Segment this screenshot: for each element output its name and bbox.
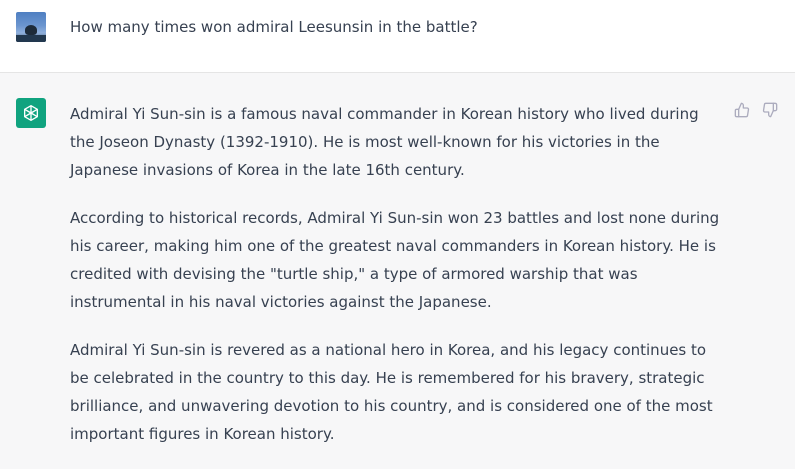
- assistant-message-row: Admiral Yi Sun-sin is a famous naval com…: [0, 73, 795, 469]
- answer-paragraph: Admiral Yi Sun-sin is a famous naval com…: [70, 105, 699, 179]
- feedback-buttons: [733, 101, 779, 119]
- thumbs-up-icon: [734, 102, 750, 118]
- thumbs-up-button[interactable]: [733, 101, 751, 119]
- user-question: How many times won admiral Leesunsin in …: [70, 18, 478, 36]
- answer-paragraph: Admiral Yi Sun-sin is revered as a natio…: [70, 341, 713, 443]
- user-message-row: How many times won admiral Leesunsin in …: [0, 0, 795, 73]
- answer-paragraph: According to historical records, Admiral…: [70, 209, 720, 311]
- thumbs-down-button[interactable]: [761, 101, 779, 119]
- thumbs-down-icon: [762, 102, 778, 118]
- openai-logo-icon: [16, 98, 46, 128]
- assistant-answer: Admiral Yi Sun-sin is a famous naval com…: [70, 100, 725, 468]
- user-avatar: [16, 12, 46, 42]
